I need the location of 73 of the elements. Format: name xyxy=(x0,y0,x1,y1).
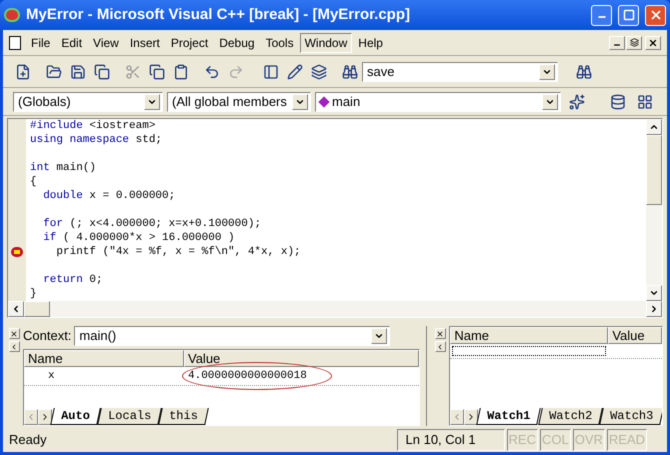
scroll-right-button[interactable] xyxy=(464,409,478,425)
menu-item[interactable]: Help xyxy=(353,32,388,52)
member-combo[interactable]: main xyxy=(315,92,561,112)
cursor-position: Ln 10, Col 1 xyxy=(396,429,505,451)
code-line: return 0; xyxy=(42,273,103,287)
menu-item[interactable]: View xyxy=(88,32,124,52)
menu-item[interactable]: Tools xyxy=(260,32,299,52)
restore-button[interactable] xyxy=(626,36,642,50)
app-icon xyxy=(4,8,20,22)
close-button[interactable] xyxy=(8,328,20,339)
code-line: printf ("4x = %f, x = %f\n", 4*x, x); xyxy=(55,245,301,259)
close-icon xyxy=(10,330,18,338)
maximize-icon xyxy=(622,9,634,21)
filter-combo[interactable]: (All global members xyxy=(167,92,311,112)
scroll-left-button[interactable] xyxy=(8,301,24,317)
code-line: if ( 4.000000*x > 16.000000 ) xyxy=(42,231,235,245)
code-line: } xyxy=(30,287,37,301)
scroll-right-button[interactable] xyxy=(646,301,662,317)
dropdown-button[interactable] xyxy=(539,64,555,80)
code-line: int main() xyxy=(30,161,96,175)
scroll-thumb[interactable] xyxy=(646,135,662,205)
dropdown-button[interactable] xyxy=(371,328,388,344)
context-combo[interactable]: main() xyxy=(74,326,390,346)
class-combo[interactable]: (Globals) xyxy=(13,92,163,112)
code-line: for (; x<4.000000; x=x+0.100000); xyxy=(42,217,262,231)
menu-item[interactable]: Insert xyxy=(124,32,165,52)
maximize-button[interactable] xyxy=(618,4,639,26)
menu-item[interactable]: Edit xyxy=(56,32,88,52)
panel-tab[interactable]: Locals xyxy=(97,408,162,425)
minimize-button[interactable] xyxy=(609,36,625,50)
column-header[interactable]: Value xyxy=(608,327,662,344)
code-line: double x = 0.000000; xyxy=(42,189,176,203)
menu-item[interactable]: File xyxy=(26,32,56,52)
close-icon xyxy=(648,8,662,22)
column-header[interactable]: Value xyxy=(184,350,420,367)
menu-item[interactable]: Project xyxy=(166,32,214,52)
menu-item[interactable]: Window xyxy=(300,32,352,52)
close-icon xyxy=(436,330,444,338)
collapse-button[interactable] xyxy=(434,341,446,352)
window-title: MyError - Microsoft Visual C++ [break] - [MyError.cpp] xyxy=(26,4,411,25)
scroll-up-button[interactable] xyxy=(646,119,662,135)
find-combo[interactable]: save xyxy=(362,62,558,82)
vertical-scrollbar[interactable] xyxy=(646,119,662,301)
close-icon xyxy=(648,38,658,48)
scroll-thumb[interactable] xyxy=(24,301,50,317)
table-cell-text: x xyxy=(47,368,56,384)
panel-tab[interactable]: Auto xyxy=(50,408,101,425)
code-line: using namespace std; xyxy=(30,133,162,147)
table-cell: 4.0000000000000018 xyxy=(188,370,307,382)
column-header[interactable]: Name xyxy=(24,350,184,367)
close-button[interactable] xyxy=(645,36,661,50)
panel-tab[interactable]: this xyxy=(158,408,209,425)
column-header[interactable]: Name xyxy=(450,327,608,344)
scroll-right-button[interactable] xyxy=(38,409,52,425)
horizontal-scrollbar[interactable] xyxy=(8,301,662,317)
menu-item[interactable]: Debug xyxy=(214,32,260,52)
code-line: #include <iostream> xyxy=(30,119,156,133)
context-label: Context: xyxy=(23,327,72,346)
panel-tab[interactable]: Watch3 xyxy=(598,408,662,425)
collapse-button[interactable] xyxy=(8,341,20,352)
caret-icon xyxy=(374,331,384,341)
dropdown-button[interactable] xyxy=(144,94,160,110)
panel-tab[interactable]: Watch2 xyxy=(538,408,603,425)
document-icon xyxy=(9,36,21,50)
watch-entry-field[interactable] xyxy=(452,346,606,356)
dropdown-button[interactable] xyxy=(292,94,308,110)
scroll-down-button[interactable] xyxy=(646,285,662,301)
panel-tab[interactable]: Watch1 xyxy=(476,408,542,425)
current-line-arrow-icon xyxy=(11,247,23,257)
close-button[interactable] xyxy=(434,328,446,339)
code-line: { xyxy=(30,175,37,189)
status-message: Ready xyxy=(9,431,48,450)
dropdown-button[interactable] xyxy=(542,94,558,110)
